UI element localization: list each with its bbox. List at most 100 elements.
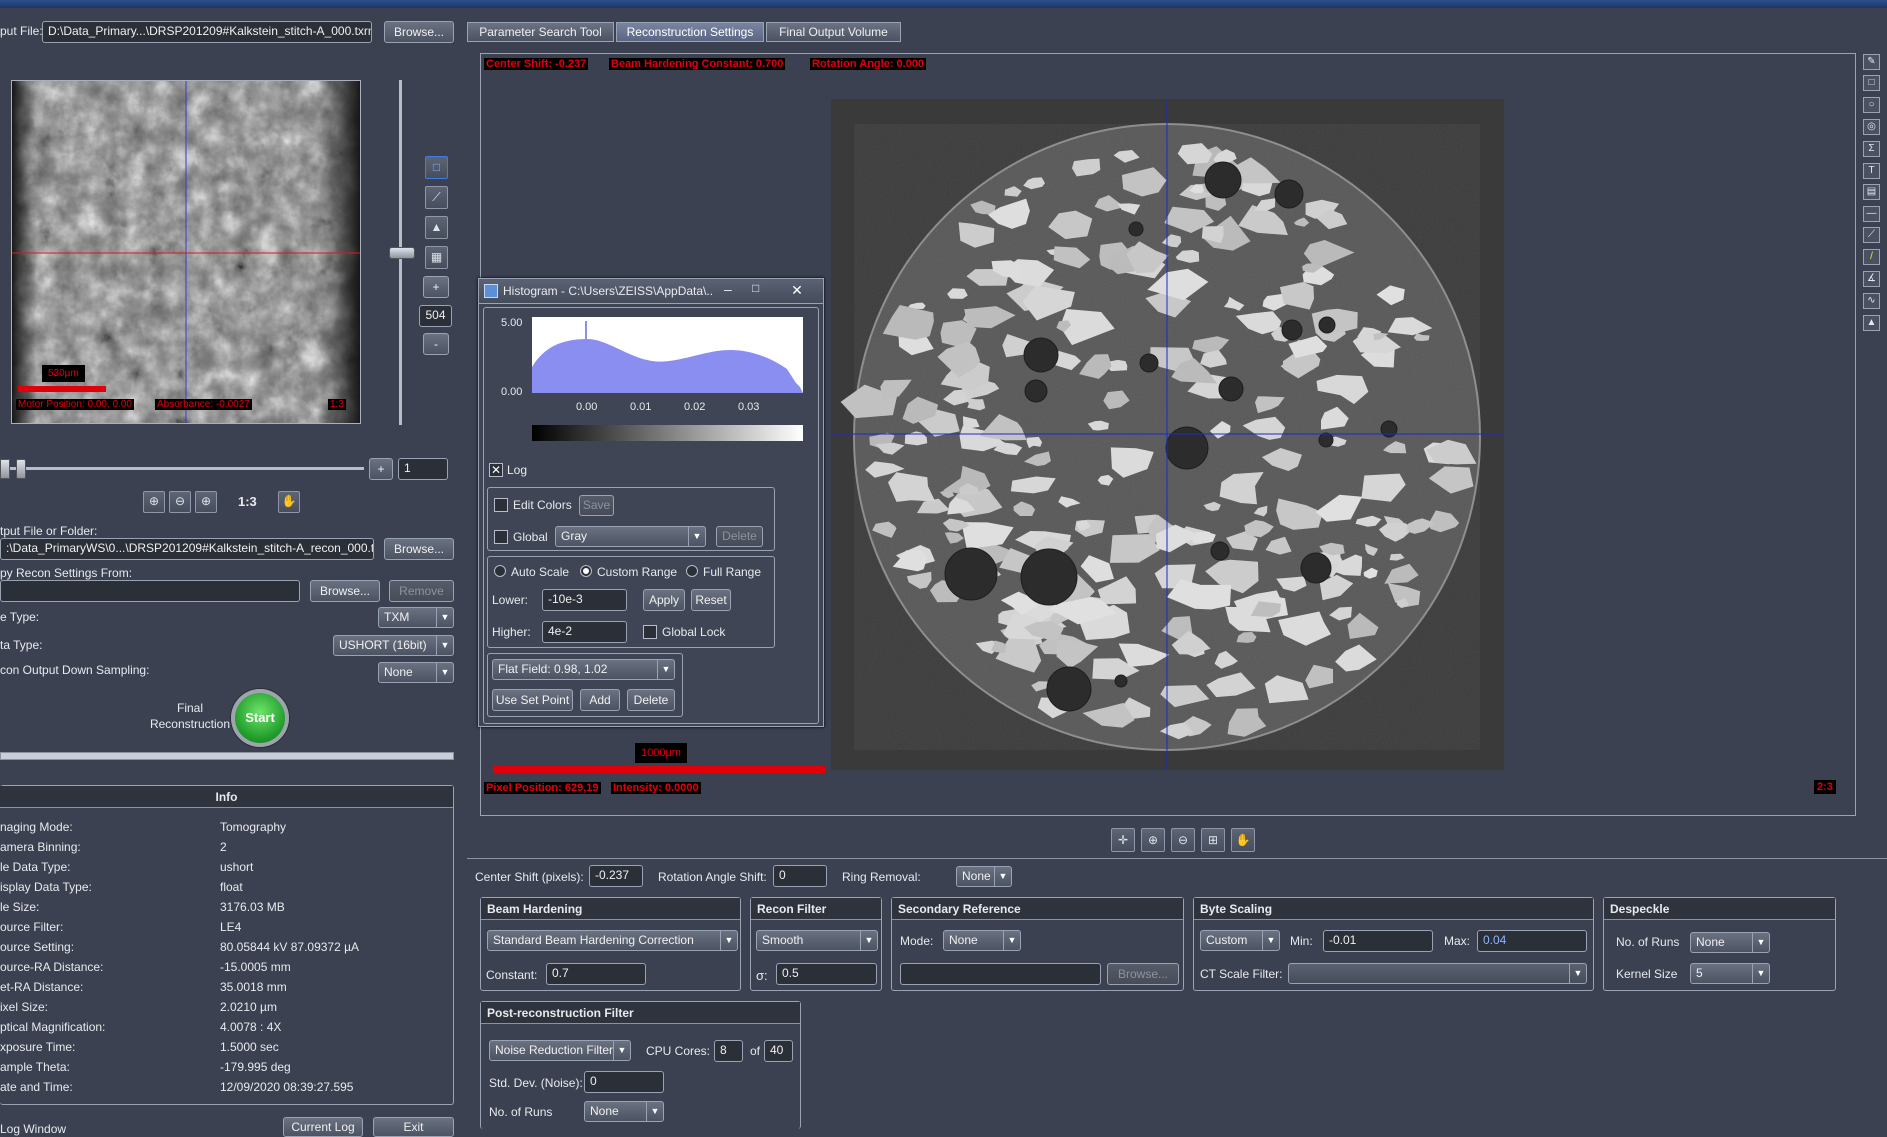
recon-slice-image[interactable] [831, 99, 1504, 770]
file-type-select[interactable]: TXM ▼ [378, 607, 454, 628]
pencil-icon[interactable]: ✎ [1863, 54, 1880, 70]
grid-icon[interactable]: ▦ [425, 246, 448, 269]
sigma-field[interactable]: 0.5 [776, 963, 877, 985]
frame-slider-handle[interactable] [16, 459, 26, 479]
post-runs-select[interactable]: None ▼ [584, 1101, 664, 1122]
downsampling-select[interactable]: None ▼ [378, 662, 454, 683]
angle-icon[interactable]: ∡ [1863, 271, 1880, 287]
current-log-button[interactable]: Current Log [283, 1117, 363, 1137]
histogram-titlebar[interactable]: Histogram - C:\Users\ZEISS\AppData\... –… [479, 279, 823, 304]
tab-reconstruction-settings[interactable]: Reconstruction Settings [616, 22, 764, 42]
add-button[interactable]: Add [580, 689, 620, 711]
copy-settings-field[interactable] [0, 580, 300, 602]
byte-scaling-select[interactable]: Custom ▼ [1200, 930, 1280, 951]
auto-scale-radio[interactable] [494, 565, 506, 577]
constant-label: Constant: [486, 968, 538, 982]
ring-removal-select[interactable]: None ▼ [956, 866, 1012, 887]
data-type-select[interactable]: USHORT (16bit) ▼ [333, 635, 454, 656]
colormap-select[interactable]: Gray ▼ [555, 526, 706, 547]
rotation-shift-field[interactable]: 0 [773, 865, 827, 887]
custom-range-radio[interactable] [580, 565, 592, 577]
target-icon[interactable]: ◎ [1863, 119, 1880, 135]
chart-icon[interactable]: ▤ [1863, 184, 1880, 200]
mode-select[interactable]: None ▼ [943, 930, 1021, 951]
text-icon[interactable]: T [1863, 163, 1880, 179]
save-button[interactable]: Save [579, 495, 614, 516]
remove-button[interactable]: Remove [389, 580, 454, 602]
edit-colors-checkbox[interactable] [494, 498, 508, 512]
constant-field[interactable]: 0.7 [546, 963, 646, 985]
frame-slider-track[interactable] [0, 467, 364, 470]
cpu-total-field[interactable]: 40 [764, 1040, 793, 1062]
file-type-value: TXM [384, 610, 410, 624]
measure-icon[interactable]: ⟋ [1863, 227, 1880, 243]
output-browse-button[interactable]: Browse... [384, 538, 454, 560]
minus-line-icon[interactable]: — [1863, 206, 1880, 222]
use-set-point-button[interactable]: Use Set Point [492, 689, 573, 711]
crosshair-icon[interactable]: ✛ [1111, 828, 1135, 852]
global-checkbox[interactable] [494, 530, 508, 544]
viewer-zoom-fit-icon[interactable]: ⊞ [1201, 828, 1225, 852]
histogram-side-icon[interactable]: ▲ [1863, 315, 1880, 331]
frame-number-field[interactable]: 1 [398, 458, 448, 480]
full-range-radio[interactable] [686, 565, 698, 577]
delete-point-button[interactable]: Delete [627, 689, 675, 711]
reset-button[interactable]: Reset [691, 589, 731, 611]
delete-colormap-button[interactable]: Delete [716, 526, 763, 547]
global-lock-checkbox[interactable] [643, 625, 657, 639]
ct-scale-filter-select[interactable]: ▼ [1288, 963, 1587, 984]
beam-hardening-select[interactable]: Standard Beam Hardening Correction ▼ [487, 930, 738, 951]
slice-number-field[interactable]: 504 [419, 305, 452, 327]
min-field[interactable]: -0.01 [1323, 930, 1433, 952]
maximize-icon[interactable]: □ [752, 281, 759, 295]
exit-button[interactable]: Exit [373, 1117, 454, 1137]
start-button[interactable]: Start [231, 689, 289, 747]
despeckle-runs-select[interactable]: None ▼ [1690, 932, 1770, 953]
recon-filter-select[interactable]: Smooth ▼ [756, 930, 878, 951]
pan-hand-icon[interactable]: ✋ [278, 491, 300, 513]
highlighter-icon[interactable]: / [1863, 249, 1880, 265]
close-icon[interactable]: ✕ [775, 280, 819, 300]
sigma-icon[interactable]: Σ [1863, 141, 1880, 157]
post-filter-select[interactable]: Noise Reduction Filter ▼ [489, 1040, 631, 1061]
zoom-out-icon[interactable]: ⊖ [169, 491, 191, 513]
log-checkbox[interactable]: ✕ [489, 463, 503, 477]
flat-field-select[interactable]: Flat Field: 0.98, 1.02 ▼ [492, 659, 675, 680]
center-shift-field[interactable]: -0.237 [589, 865, 643, 887]
histogram-plot[interactable] [532, 317, 803, 393]
frame-slider-left-handle[interactable] [0, 459, 10, 479]
viewer-pan-icon[interactable]: ✋ [1231, 828, 1255, 852]
profile-icon[interactable]: ∿ [1863, 293, 1880, 309]
slice-plus-button[interactable]: + [423, 276, 449, 298]
histogram-window[interactable]: Histogram - C:\Users\ZEISS\AppData\... –… [478, 278, 824, 727]
zoom-in-icon[interactable]: ⊕ [195, 491, 217, 513]
slice-slider-handle[interactable] [389, 247, 415, 259]
projection-preview[interactable]: 530µm Motor Position: 0.00, 0.00 Absorba… [11, 80, 361, 424]
viewer-zoom-in-icon[interactable]: ⊕ [1141, 828, 1165, 852]
copy-browse-button[interactable]: Browse... [310, 580, 380, 602]
zoom-fit-icon[interactable]: ⊕ [143, 491, 165, 513]
cpu-cores-field[interactable]: 8 [714, 1040, 743, 1062]
max-field[interactable]: 0.04 [1477, 930, 1587, 952]
viewer-zoom-out-icon[interactable]: ⊖ [1171, 828, 1195, 852]
lower-field[interactable]: -10e-3 [542, 589, 627, 611]
tab-parameter-search[interactable]: Parameter Search Tool [467, 22, 614, 42]
slice-minus-button[interactable]: - [423, 333, 449, 355]
ellipse-icon[interactable]: ○ [1863, 97, 1880, 113]
higher-field[interactable]: 4e-2 [542, 621, 627, 643]
kernel-size-select[interactable]: 5 ▼ [1690, 963, 1770, 984]
secondary-path-field[interactable] [900, 963, 1101, 985]
tab-final-output-volume[interactable]: Final Output Volume [766, 22, 901, 42]
output-field[interactable]: :\Data_PrimaryWS\0...\DRSP201209#Kalkste… [0, 538, 374, 560]
histogram-icon[interactable]: ▲ [425, 216, 448, 239]
stddev-field[interactable]: 0 [584, 1071, 664, 1093]
input-browse-button[interactable]: Browse... [384, 21, 454, 43]
secondary-browse-button[interactable]: Browse... [1107, 963, 1179, 985]
minimize-icon[interactable]: – [724, 281, 732, 297]
line-profile-icon[interactable]: ⟋ [425, 186, 448, 209]
frame-plus-button[interactable]: + [369, 458, 393, 480]
apply-button[interactable]: Apply [643, 589, 685, 611]
rectangle-icon[interactable]: □ [1863, 75, 1880, 91]
roi-square-icon[interactable]: □ [425, 156, 448, 179]
input-file-field[interactable]: D:\Data_Primary...\DRSP201209#Kalkstein_… [42, 21, 372, 43]
